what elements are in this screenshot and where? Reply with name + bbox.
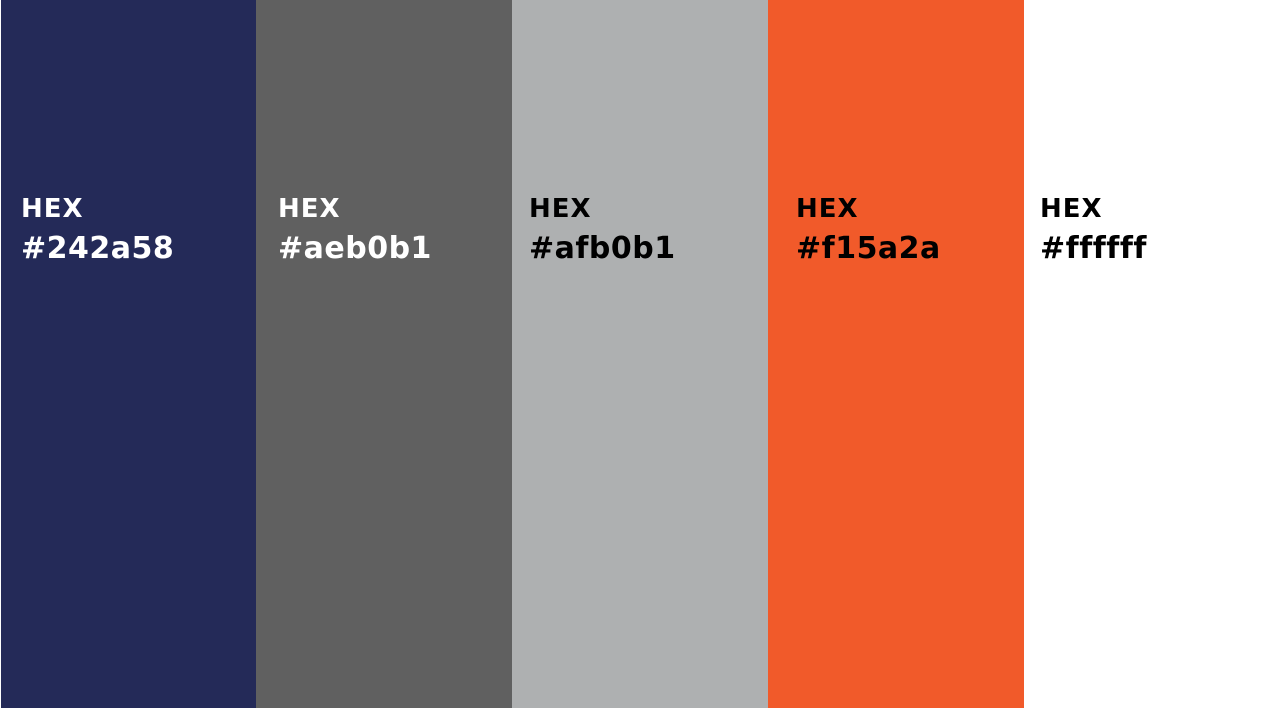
hex-code: #242a58 bbox=[21, 231, 175, 266]
color-palette: HEX #242a58 HEX #aeb0b1 HEX #afb0b1 HEX … bbox=[0, 0, 1280, 708]
color-swatch-dark-gray: HEX #aeb0b1 bbox=[256, 0, 512, 708]
hex-heading: HEX bbox=[796, 194, 859, 224]
swatch-label: HEX #aeb0b1 bbox=[278, 196, 432, 264]
swatch-label: HEX #f15a2a bbox=[796, 196, 941, 264]
color-swatch-white: HEX #ffffff bbox=[1024, 0, 1280, 708]
hex-code: #f15a2a bbox=[796, 231, 941, 266]
hex-code: #aeb0b1 bbox=[278, 231, 432, 266]
color-swatch-navy: HEX #242a58 bbox=[0, 0, 256, 708]
swatch-label: HEX #242a58 bbox=[21, 196, 174, 264]
swatch-label: HEX #afb0b1 bbox=[529, 196, 676, 264]
hex-code: #afb0b1 bbox=[529, 231, 676, 266]
hex-heading: HEX bbox=[1040, 194, 1103, 224]
hex-code: #ffffff bbox=[1040, 231, 1147, 266]
hex-heading: HEX bbox=[21, 194, 84, 224]
hex-heading: HEX bbox=[278, 194, 341, 224]
color-swatch-light-gray: HEX #afb0b1 bbox=[512, 0, 768, 708]
swatch-label: HEX #ffffff bbox=[1040, 196, 1147, 264]
hex-heading: HEX bbox=[529, 194, 592, 224]
color-swatch-orange: HEX #f15a2a bbox=[768, 0, 1024, 708]
